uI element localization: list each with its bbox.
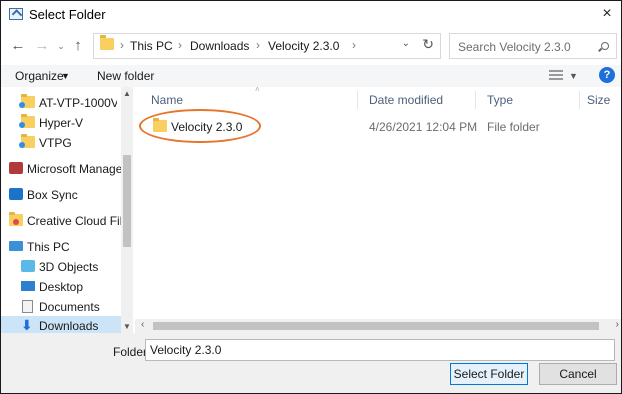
file-type: File folder (487, 120, 540, 134)
nav-item-desktop[interactable]: Desktop (1, 277, 121, 297)
navigation-pane-scrollbar[interactable]: ▲ ▼ (121, 87, 133, 333)
address-bar[interactable]: › This PC › Downloads › Velocity 2.3.0 ›… (93, 33, 441, 59)
nav-item-label: Downloads (39, 319, 99, 333)
nav-item-vtpg[interactable]: VTPG (1, 133, 121, 153)
folder-name-input[interactable] (145, 339, 615, 361)
refresh-icon[interactable]: ↻ (422, 36, 434, 53)
forward-arrow-icon[interactable]: → (33, 35, 51, 57)
file-list: Name ˄ Date modified Type Size Velocity … (135, 85, 621, 319)
help-icon[interactable]: ? (599, 67, 615, 83)
creative-cloud-icon (9, 212, 23, 226)
nav-item-label: This PC (27, 240, 70, 254)
change-view-icon[interactable] (549, 70, 563, 81)
desktop-icon (21, 281, 35, 291)
nav-item-label: Documents (39, 300, 100, 314)
scroll-left-icon[interactable]: ‹ (141, 319, 144, 330)
column-divider[interactable] (475, 91, 476, 109)
dialog-app-icon (9, 8, 23, 20)
cancel-button[interactable]: Cancel (539, 363, 617, 385)
nav-item-box-sync[interactable]: Box Sync (1, 185, 121, 205)
title-bar: Select Folder × (1, 1, 621, 29)
sort-indicator-icon: ˄ (255, 85, 260, 94)
organize-dropdown-icon[interactable]: ▼ (61, 71, 70, 81)
nav-item-creative-cloud[interactable]: Creative Cloud File (1, 211, 121, 231)
organize-button[interactable]: Organize (15, 69, 64, 83)
nav-item-label: Hyper-V (39, 116, 84, 130)
column-header-name[interactable]: Name (151, 93, 183, 107)
column-header-size[interactable]: Size (587, 93, 610, 107)
folder-icon (19, 94, 35, 108)
select-folder-dialog: Select Folder × ← → ⌄ ↑ › This PC › Down… (0, 0, 622, 394)
dialog-title: Select Folder (29, 7, 106, 22)
select-folder-button[interactable]: Select Folder (450, 363, 528, 385)
document-icon (22, 300, 33, 313)
navigation-row: ← → ⌄ ↑ › This PC › Downloads › Velocity… (1, 29, 621, 65)
folder-icon (19, 114, 35, 128)
navigation-pane: AT-VTP-1000VL_C Hyper-V VTPG Microsoft M… (1, 87, 133, 333)
download-icon: ⬇ (21, 317, 33, 333)
scroll-down-icon[interactable]: ▼ (123, 322, 131, 331)
nav-item-microsoft-manage[interactable]: Microsoft Manage (1, 159, 121, 179)
command-bar: Organize ▼ New folder ▼ ? (1, 65, 621, 87)
nav-item-label: Microsoft Manage (27, 162, 121, 176)
folder-icon (19, 134, 35, 148)
address-dropdown-icon[interactable]: ⌄ (402, 38, 410, 49)
view-options-dropdown-icon[interactable]: ▼ (569, 71, 578, 81)
nav-item-label: Creative Cloud File (27, 214, 121, 228)
folder-icon (100, 35, 114, 50)
column-header-type[interactable]: Type (487, 93, 513, 107)
nav-item-at-vtp[interactable]: AT-VTP-1000VL_C (1, 93, 121, 113)
breadcrumb-downloads[interactable]: Downloads (190, 39, 249, 53)
column-divider[interactable] (357, 91, 358, 109)
breadcrumb-this-pc[interactable]: This PC (130, 39, 173, 53)
nav-item-downloads[interactable]: ⬇ Downloads (1, 316, 121, 333)
search-icon[interactable] (601, 42, 609, 50)
scroll-up-icon[interactable]: ▲ (123, 89, 131, 98)
recent-locations-chevron-icon[interactable]: ⌄ (55, 35, 67, 57)
new-folder-button[interactable]: New folder (97, 69, 154, 83)
back-arrow-icon[interactable]: ← (9, 35, 27, 57)
nav-item-label: 3D Objects (39, 260, 99, 274)
scrollbar-thumb[interactable] (123, 155, 131, 247)
file-date-modified: 4/26/2021 12:04 PM (369, 120, 478, 134)
nav-item-label: Box Sync (27, 188, 78, 202)
annotation-highlight-circle (139, 109, 261, 143)
nav-item-documents[interactable]: Documents (1, 297, 121, 317)
column-header-date-modified[interactable]: Date modified (369, 93, 443, 107)
nav-item-label: Desktop (39, 280, 84, 294)
scroll-right-icon[interactable]: › (616, 319, 619, 330)
nav-item-hyper-v[interactable]: Hyper-V (1, 113, 121, 133)
app-icon (9, 162, 23, 174)
computer-icon (9, 241, 23, 251)
breadcrumb-separator-icon: › (256, 38, 260, 52)
breadcrumb-separator-icon: › (120, 38, 124, 52)
column-divider[interactable] (579, 91, 580, 109)
nav-item-label: AT-VTP-1000VL_C (39, 96, 117, 110)
nav-item-3d-objects[interactable]: 3D Objects (1, 257, 121, 277)
breadcrumb-separator-icon[interactable]: › (352, 38, 356, 52)
cube-icon (21, 260, 35, 272)
breadcrumb-velocity[interactable]: Velocity 2.3.0 (268, 39, 339, 53)
nav-item-label: VTPG (39, 136, 72, 150)
box-sync-icon (9, 188, 23, 200)
up-arrow-icon[interactable]: ↑ (69, 35, 87, 57)
nav-item-this-pc[interactable]: This PC (1, 237, 121, 257)
close-button[interactable]: × (595, 3, 619, 27)
horizontal-scrollbar[interactable]: ‹ › (135, 319, 621, 333)
breadcrumb-separator-icon: › (178, 38, 182, 52)
search-input[interactable]: Search Velocity 2.3.0 (449, 33, 617, 59)
scrollbar-thumb[interactable] (153, 322, 599, 330)
search-placeholder: Search Velocity 2.3.0 (458, 40, 571, 54)
dialog-footer: Folder: Select Folder Cancel (1, 333, 621, 393)
